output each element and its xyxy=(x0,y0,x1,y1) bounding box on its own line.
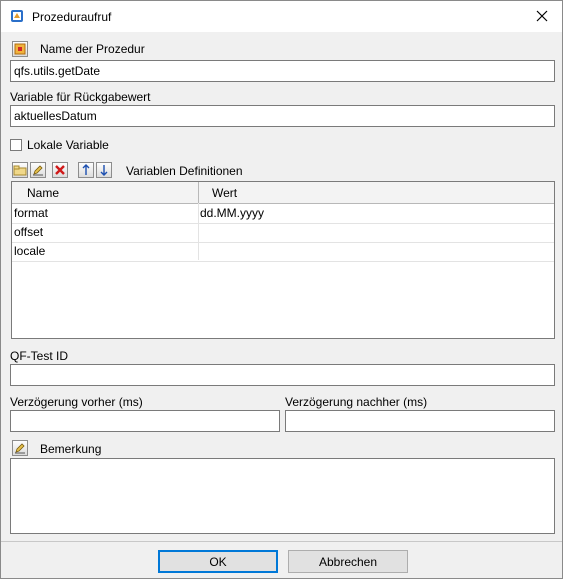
table-row[interactable]: format dd.MM.yyyy xyxy=(12,204,554,224)
move-down-icon[interactable] xyxy=(96,162,112,178)
move-up-icon[interactable] xyxy=(78,162,94,178)
delay-after-label: Verzögerung nachher (ms) xyxy=(285,395,428,409)
row-name-cell[interactable]: format xyxy=(14,206,48,220)
table-row[interactable]: locale xyxy=(12,242,554,262)
dialog-window: Prozeduraufruf Name der Prozedur qfs.uti… xyxy=(0,0,563,579)
column-header-name[interactable]: Name xyxy=(27,186,59,200)
column-divider xyxy=(198,203,199,260)
comment-label: Bemerkung xyxy=(40,442,102,456)
edit-comment-icon[interactable] xyxy=(12,440,28,456)
column-separator xyxy=(198,182,199,203)
row-name-cell[interactable]: locale xyxy=(14,244,45,258)
table-row[interactable]: offset xyxy=(12,223,554,243)
delete-row-icon[interactable] xyxy=(52,162,68,178)
cancel-button[interactable]: Abbrechen xyxy=(288,550,408,573)
window-title: Prozeduraufruf xyxy=(32,10,112,24)
row-name-cell[interactable]: offset xyxy=(14,225,43,239)
qftest-id-field[interactable] xyxy=(10,364,555,386)
variables-label: Variablen Definitionen xyxy=(126,164,243,178)
delay-after-field[interactable] xyxy=(285,410,555,432)
variables-table[interactable]: Name Wert format dd.MM.yyyy offset local… xyxy=(11,181,555,339)
local-variable-checkbox[interactable] xyxy=(10,139,22,151)
button-bar-separator xyxy=(1,541,562,542)
return-variable-field[interactable]: aktuellesDatum xyxy=(10,105,555,127)
add-row-icon[interactable] xyxy=(12,162,28,178)
close-icon[interactable] xyxy=(528,5,556,27)
edit-row-icon[interactable] xyxy=(30,162,46,178)
procedure-label: Name der Prozedur xyxy=(40,42,145,56)
title-bar: Prozeduraufruf xyxy=(1,1,562,32)
app-icon xyxy=(10,9,24,23)
procedure-name-field[interactable]: qfs.utils.getDate xyxy=(10,60,555,82)
local-variable-label: Lokale Variable xyxy=(27,138,109,152)
table-header: Name Wert xyxy=(12,182,554,204)
comment-textarea[interactable] xyxy=(10,458,555,534)
ok-button[interactable]: OK xyxy=(158,550,278,573)
delay-before-label: Verzögerung vorher (ms) xyxy=(10,395,143,409)
qftest-id-label: QF-Test ID xyxy=(10,349,69,363)
return-variable-label: Variable für Rückgabewert xyxy=(10,90,151,104)
delay-before-field[interactable] xyxy=(10,410,280,432)
column-header-value[interactable]: Wert xyxy=(212,186,237,200)
row-value-cell[interactable]: dd.MM.yyyy xyxy=(200,206,264,220)
procedure-select-icon[interactable] xyxy=(12,41,28,57)
